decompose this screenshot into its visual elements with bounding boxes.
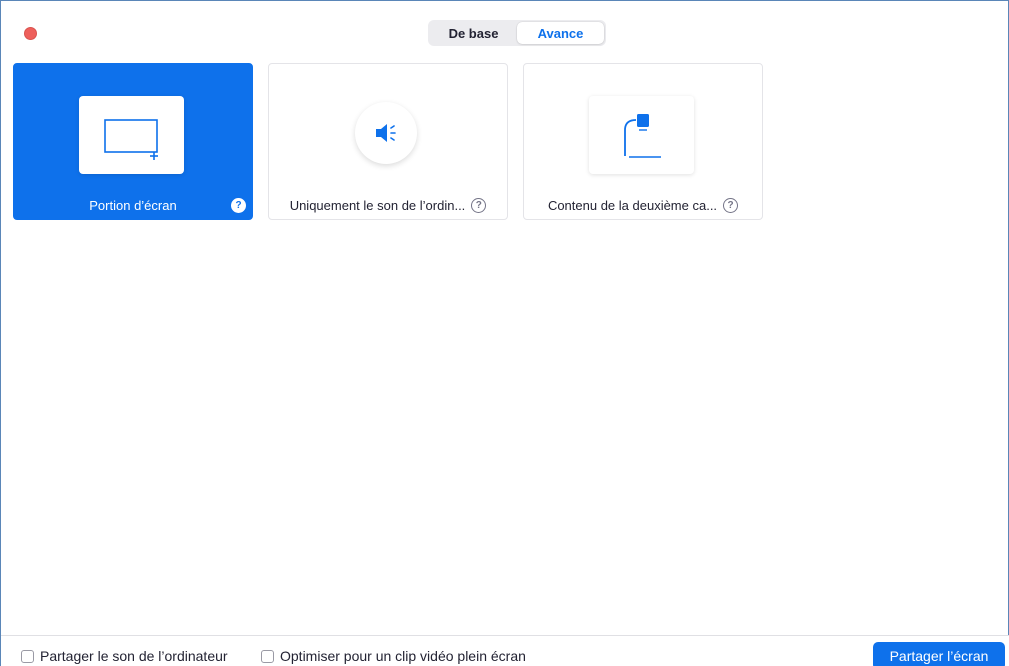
share-screen-button[interactable]: Partager l’écran [873, 642, 1005, 666]
card-screen-portion-label: Portion d’écran [89, 197, 177, 213]
close-window-button[interactable] [24, 27, 37, 40]
optimize-video-checkbox[interactable] [261, 649, 274, 663]
optimize-video-option[interactable]: Optimiser pour un clip vidéo plein écran [261, 648, 526, 664]
card-computer-sound-only[interactable]: Uniquement le son de l’ordin... ? [268, 63, 508, 220]
share-sound-option[interactable]: Partager le son de l’ordinateur [21, 648, 228, 664]
document-camera-icon [624, 114, 661, 158]
footer-bar: Partager le son de l’ordinateur Optimise… [1, 635, 1009, 666]
card-second-camera-content[interactable]: Contenu de la deuxième ca... ? [523, 63, 763, 220]
speaker-thumbnail [355, 102, 417, 164]
card-label: Portion d’écran ? [14, 197, 252, 213]
screen-portion-icon [104, 119, 158, 160]
tab-basic[interactable]: De base [430, 22, 517, 44]
share-sound-label: Partager le son de l’ordinateur [40, 648, 228, 664]
share-sound-checkbox[interactable] [21, 649, 34, 663]
optimize-video-label: Optimiser pour un clip vidéo plein écran [280, 648, 526, 664]
mode-switch: De base Avance [428, 20, 606, 46]
help-icon[interactable]: ? [723, 197, 739, 213]
card-label: Contenu de la deuxième ca... ? [524, 197, 762, 213]
tab-advanced[interactable]: Avance [517, 22, 604, 44]
screen-portion-thumbnail [79, 96, 184, 174]
card-screen-portion[interactable]: Portion d’écran ? [13, 63, 253, 220]
help-icon[interactable]: ? [231, 197, 246, 213]
second-camera-thumbnail [589, 96, 694, 174]
share-screen-window: De base Avance Portion d’écran ? Uniquem… [0, 0, 1009, 666]
card-label: Uniquement le son de l’ordin... ? [269, 197, 507, 213]
speaker-icon [376, 124, 396, 142]
card-computer-sound-label: Uniquement le son de l’ordin... [289, 197, 466, 213]
card-second-camera-label: Contenu de la deuxième ca... [547, 197, 718, 213]
help-icon[interactable]: ? [471, 197, 487, 213]
